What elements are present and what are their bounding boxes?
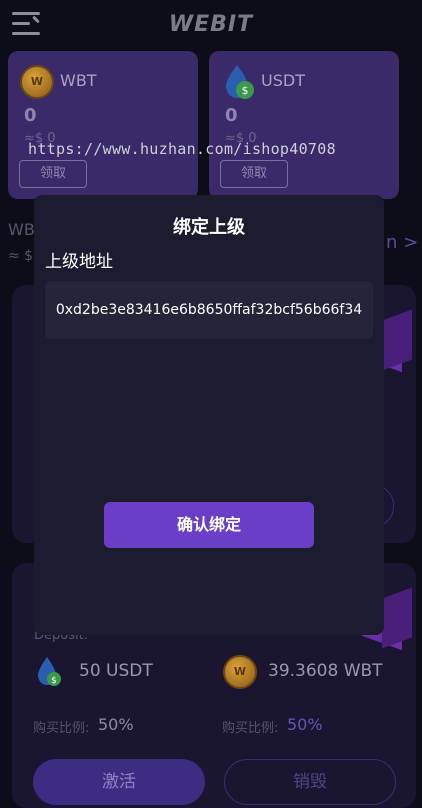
ratio-value-right: 50% [287,715,323,734]
usdt-drop-icon: $ [38,657,61,686]
section-approx: ≈ $ [8,248,34,264]
usdt-drop-icon: $ [226,65,254,99]
section-label: WB [8,220,35,239]
referrer-address-label: 上级地址 [45,252,113,272]
token-card-usdt: $ USDT 0 ≈$ 0 领取 [209,51,399,199]
app-logo: WEBIT [168,12,254,37]
token-amount: 0 [24,105,37,126]
dialog-title: 绑定上级 [173,217,245,238]
svg-text:$: $ [242,84,249,97]
token-amount: 0 [225,105,238,126]
ratio-label: 购买比例: [33,721,90,736]
ratio-label: 购买比例: [222,721,279,736]
claim-button[interactable]: 领取 [19,160,87,188]
bind-referrer-dialog: 绑定上级 上级地址 0xd2be3e83416e6b8650ffaf32bcf5… [34,195,384,635]
wbt-coin-icon: W [223,655,257,689]
activate-button[interactable]: 激活 [33,759,205,805]
ratio-value-left: 50% [98,715,134,734]
deposit-usdt-amount: 50 USDT [79,661,153,681]
token-name: USDT [261,71,305,90]
wbt-coin-icon: W [20,65,54,99]
deposit-wbt-amount: 39.3608 WBT [268,661,383,681]
token-name: WBT [60,71,97,90]
svg-text:$: $ [51,676,57,686]
destroy-button[interactable]: 销毁 [224,759,396,805]
confirm-bind-button[interactable]: 确认绑定 [104,502,314,548]
section-more-link[interactable]: n > [386,232,418,253]
token-card-wbt: W WBT 0 ≈$ 0 领取 [8,51,198,199]
referrer-address-input[interactable]: 0xd2be3e83416e6b8650ffaf32bcf56b66f34 [45,281,373,339]
claim-button[interactable]: 领取 [220,160,288,188]
watermark-url: https://www.huzhan.com/ishop40708 [28,140,336,158]
